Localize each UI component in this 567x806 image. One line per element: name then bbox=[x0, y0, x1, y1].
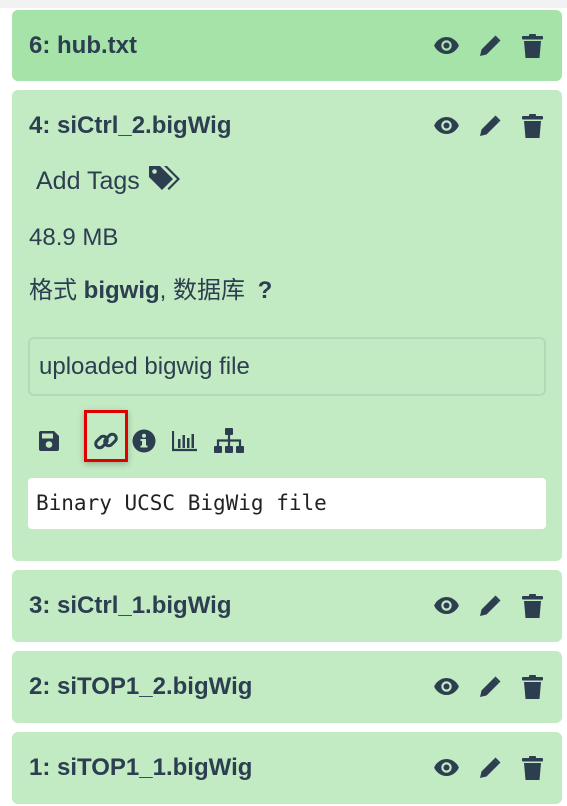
format-line: 格式 bigwig, 数据库 ? bbox=[29, 270, 272, 305]
dataset-item-6[interactable]: 6: hub.txt bbox=[12, 10, 562, 81]
dataset-item-4-expanded: 4: siCtrl_2.bigWig Add Tags 48.9 MB 格式 b… bbox=[12, 90, 562, 561]
pencil-icon[interactable] bbox=[476, 112, 503, 139]
dataset-title[interactable]: 1: siTOP1_1.bigWig bbox=[29, 754, 252, 782]
database-label: , 数据库 bbox=[159, 277, 252, 304]
save-icon[interactable] bbox=[34, 426, 64, 456]
dataset-title[interactable]: 2: siTOP1_2.bigWig bbox=[29, 673, 252, 701]
trash-icon[interactable] bbox=[519, 592, 546, 619]
trash-icon[interactable] bbox=[519, 32, 546, 59]
pencil-icon[interactable] bbox=[476, 673, 503, 700]
eye-icon[interactable] bbox=[433, 592, 460, 619]
pencil-icon[interactable] bbox=[476, 32, 503, 59]
dataset-item-3[interactable]: 3: siCtrl_1.bigWig bbox=[12, 570, 562, 642]
top-edge bbox=[0, 0, 567, 8]
eye-icon[interactable] bbox=[433, 673, 460, 700]
dataset-title[interactable]: 6: hub.txt bbox=[29, 32, 137, 60]
bar-chart-icon[interactable] bbox=[170, 426, 200, 456]
dataset-peek: Binary UCSC BigWig file bbox=[28, 478, 546, 529]
add-tags-button[interactable]: Add Tags bbox=[36, 164, 182, 199]
eye-icon[interactable] bbox=[433, 754, 460, 781]
dataset-toolbar bbox=[28, 410, 244, 470]
info-icon[interactable] bbox=[129, 426, 159, 456]
trash-icon[interactable] bbox=[519, 754, 546, 781]
eye-icon[interactable] bbox=[433, 32, 460, 59]
pencil-icon[interactable] bbox=[476, 592, 503, 619]
file-size: 48.9 MB bbox=[29, 224, 119, 251]
dataset-item-1[interactable]: 1: siTOP1_1.bigWig bbox=[12, 732, 562, 804]
database-value-link[interactable]: ? bbox=[258, 277, 273, 304]
format-label: 格式 bbox=[29, 277, 84, 304]
link-icon[interactable] bbox=[91, 426, 121, 456]
dataset-title[interactable]: 3: siCtrl_1.bigWig bbox=[29, 592, 231, 620]
format-value: bigwig bbox=[83, 277, 160, 304]
dataset-item-2[interactable]: 2: siTOP1_2.bigWig bbox=[12, 651, 562, 723]
trash-icon[interactable] bbox=[519, 673, 546, 700]
add-tags-label: Add Tags bbox=[36, 167, 140, 195]
dataset-title[interactable]: 4: siCtrl_2.bigWig bbox=[29, 112, 231, 140]
trash-icon[interactable] bbox=[519, 112, 546, 139]
pencil-icon[interactable] bbox=[476, 754, 503, 781]
dataset-info: uploaded bigwig file bbox=[28, 337, 546, 396]
tags-icon bbox=[148, 164, 182, 199]
eye-icon[interactable] bbox=[433, 112, 460, 139]
sitemap-icon[interactable] bbox=[214, 426, 244, 456]
